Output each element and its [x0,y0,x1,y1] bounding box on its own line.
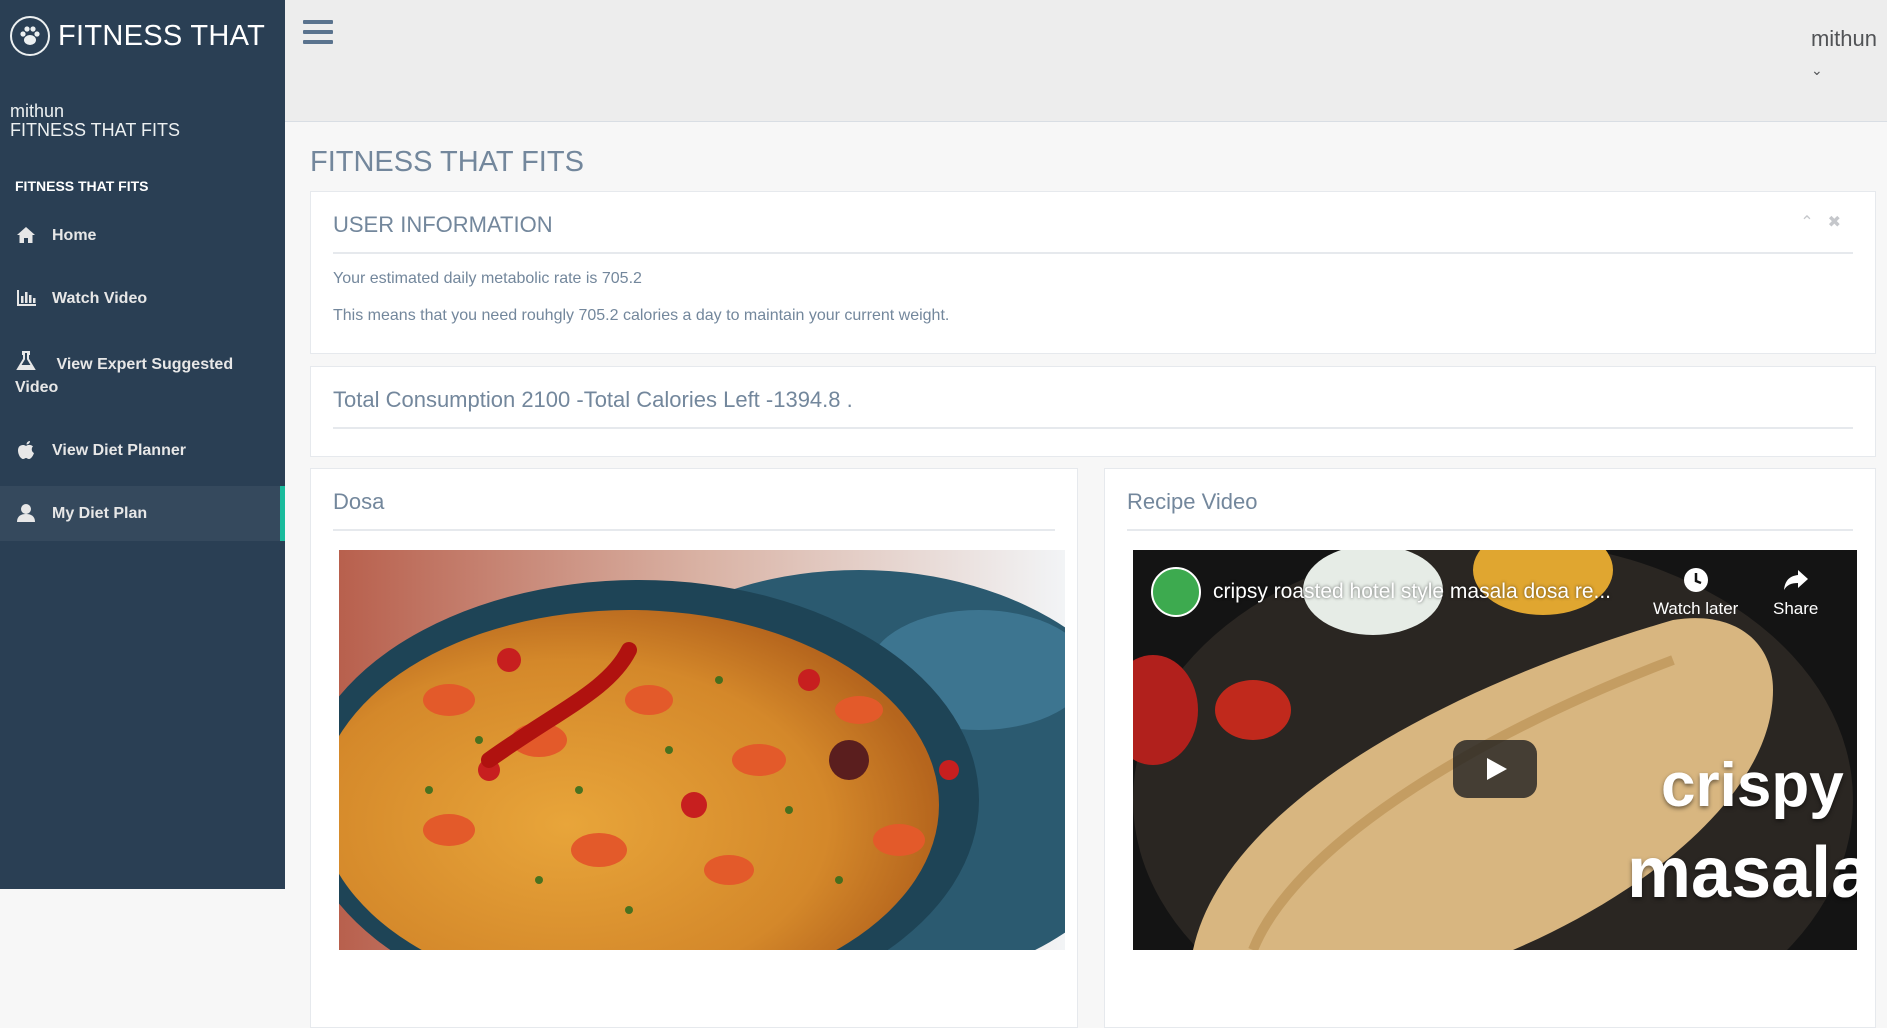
profile-subtitle: FITNESS THAT FITS [10,120,181,140]
sidebar: FITNESS THAT mithun FITNESS THAT FITS FI… [0,0,285,889]
user-icon [17,504,35,522]
sidebar-item-my-diet-plan[interactable]: My Diet Plan [0,486,285,541]
panel-header: USER INFORMATION ⌃ ✖ [333,212,1853,254]
top-navbar: mithun ⌄ [285,0,1887,122]
profile: mithun FITNESS THAT FITS [0,72,285,140]
watch-later-button[interactable]: Watch later [1653,566,1738,619]
recipe-title: Recipe Video [1127,489,1258,514]
main-content: FITNESS THAT FITS USER INFORMATION ⌃ ✖ Y… [285,122,1887,1028]
video-title[interactable]: cripsy roasted hotel style masala dosa r… [1213,580,1611,604]
play-button[interactable] [1453,740,1537,798]
sidebar-item-label: Watch Video [52,290,148,307]
close-icon[interactable]: ✖ [1828,212,1841,232]
calorie-need-text: This means that you need rouhgly 705.2 c… [333,307,950,324]
sidebar-item-label: View Expert Suggested Video [15,356,234,396]
sidebar-item-expert-video[interactable]: View Expert Suggested Video [0,334,285,415]
watch-later-label: Watch later [1653,599,1739,618]
sidebar-item-watch-video[interactable]: Watch Video [0,271,285,326]
consumption-panel: Total Consumption 2100 -Total Calories L… [310,366,1876,457]
video-overlay-text-2: masala [1627,833,1857,913]
chevron-down-icon: ⌄ [1810,62,1823,78]
panel-header: Recipe Video [1127,489,1853,531]
clock-icon [1683,568,1708,592]
recipe-video-player[interactable]: cripsy roasted hotel style masala dosa r… [1133,550,1857,950]
consumption-text: Total Consumption 2100 -Total Calories L… [333,387,853,412]
user-name: mithun [1810,26,1877,51]
video-overlay-text-1: crispy [1661,751,1844,820]
share-icon [1783,570,1808,590]
metabolic-rate-text: Your estimated daily metabolic rate is 7… [333,270,642,287]
menu-section-title: FITNESS THAT FITS [15,178,149,194]
food-image [339,550,1065,950]
user-info-panel: USER INFORMATION ⌃ ✖ Your estimated dail… [310,191,1876,354]
sidebar-item-label: Home [52,227,97,244]
sidebar-item-home[interactable]: Home [0,208,285,263]
page-title: FITNESS THAT FITS [310,146,584,178]
profile-username: mithun [10,101,65,121]
bar-chart-icon [17,290,36,306]
panel-tools: ⌃ ✖ [1800,212,1841,232]
recipe-panel: Recipe Video cripsy roasted hotel style … [1104,468,1876,1028]
panel-header: Dosa [333,489,1055,531]
brand[interactable]: FITNESS THAT [0,0,285,72]
share-label: Share [1773,599,1819,618]
panel-header: Total Consumption 2100 -Total Calories L… [333,387,1853,429]
sidebar-item-diet-planner[interactable]: View Diet Planner [0,423,285,478]
sidebar-item-label: My Diet Plan [52,505,148,522]
channel-avatar[interactable] [1151,567,1201,617]
home-icon [17,227,35,243]
menu-toggle-icon[interactable] [303,20,333,48]
user-dropdown[interactable]: mithun ⌄ [1811,26,1877,79]
sidebar-item-label: View Diet Planner [52,442,186,459]
apple-icon [18,441,34,459]
food-panel: Dosa [310,468,1078,1028]
play-icon [1487,758,1507,780]
brand-name: FITNESS THAT [58,19,266,52]
collapse-icon[interactable]: ⌃ [1800,212,1813,232]
share-button[interactable]: Share [1773,566,1818,619]
flask-icon [16,351,36,370]
sidebar-menu: Home Watch Video View Expert Suggested V… [0,208,285,541]
paw-icon [10,16,50,56]
food-title: Dosa [333,489,385,514]
user-info-title: USER INFORMATION [333,212,553,237]
